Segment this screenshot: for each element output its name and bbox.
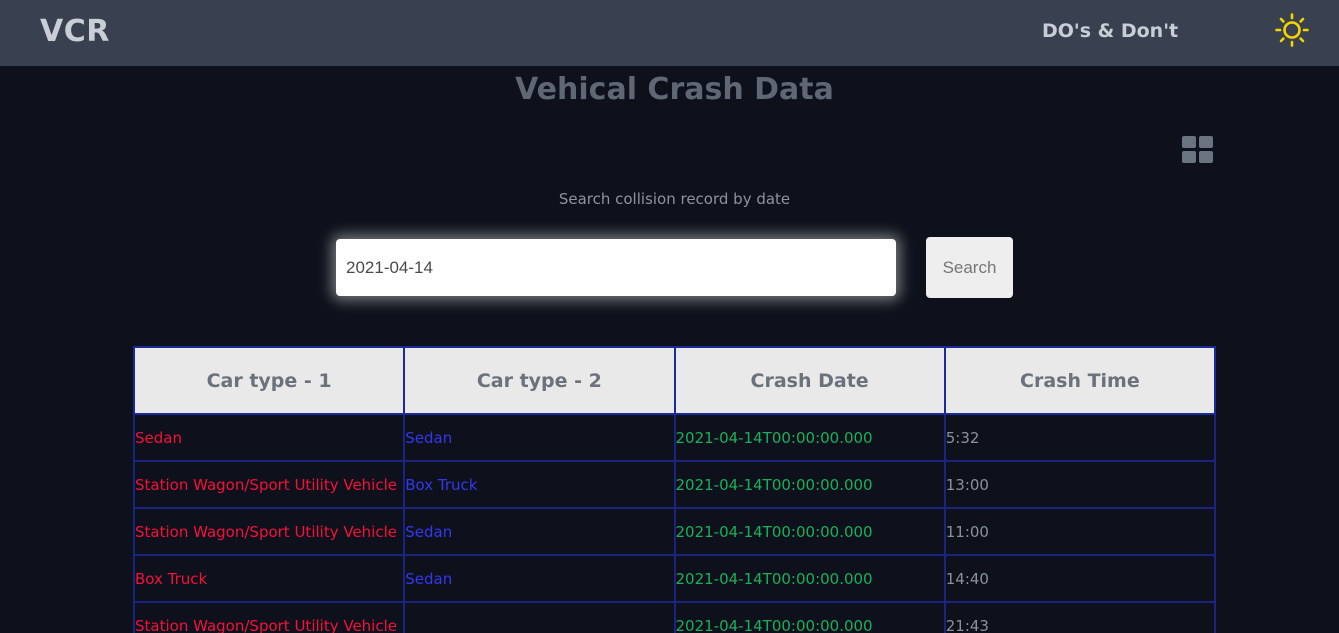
column-header-crash-time: Crash Time [943,346,1217,415]
top-navbar: VCR DO's & Don't [0,0,1339,66]
column-header-car-type-2: Car type - 2 [403,346,676,415]
car-type-1-cell: Box Truck [132,554,406,603]
crash-time-cell: 14:40 [943,554,1217,603]
table-row: Station Wagon/Sport Utility Vehicle Box … [132,460,1217,509]
crash-date-cell: 2021-04-14T00:00:00.000 [673,507,946,556]
crash-date-cell: 2021-04-14T00:00:00.000 [673,601,946,633]
page-title: Vehical Crash Data [515,72,834,107]
car-type-1-cell: Station Wagon/Sport Utility Vehicle [132,601,406,633]
car-type-1-cell: Station Wagon/Sport Utility Vehicle [132,460,406,509]
car-type-2-cell: Box Truck [403,460,676,509]
car-type-2-cell: Sedan [403,413,676,462]
column-header-crash-date: Crash Date [673,346,946,415]
crash-date-cell: 2021-04-14T00:00:00.000 [673,554,946,603]
car-type-1-cell: Station Wagon/Sport Utility Vehicle [132,507,406,556]
crash-time-cell: 21:43 [943,601,1217,633]
crash-date-cell: 2021-04-14T00:00:00.000 [673,413,946,462]
crash-time-cell: 5:32 [943,413,1217,462]
table-row: Box Truck Sedan 2021-04-14T00:00:00.000 … [132,554,1217,603]
brand-logo[interactable]: VCR [40,14,110,49]
table-row: Station Wagon/Sport Utility Vehicle Seda… [132,507,1217,556]
table-row: Sedan Sedan 2021-04-14T00:00:00.000 5:32 [132,413,1217,462]
search-label: Search collision record by date [558,190,791,208]
date-search-input[interactable] [336,239,896,296]
crash-data-table: Car type - 1 Car type - 2 Crash Date Cra… [132,346,1217,633]
crash-time-cell: 11:00 [943,507,1217,556]
table-header-row: Car type - 1 Car type - 2 Crash Date Cra… [132,346,1217,415]
grid-view-icon[interactable] [1182,136,1213,164]
crash-date-cell: 2021-04-14T00:00:00.000 [673,460,946,509]
crash-time-cell: 13:00 [943,460,1217,509]
column-header-car-type-1: Car type - 1 [132,346,406,415]
dos-and-donts-link[interactable]: DO's & Don't [1042,20,1178,42]
sun-icon[interactable] [1275,13,1309,47]
table-row: Station Wagon/Sport Utility Vehicle 2021… [132,601,1217,633]
car-type-1-cell: Sedan [132,413,406,462]
search-button[interactable]: Search [926,237,1013,298]
car-type-2-cell [403,601,676,633]
car-type-2-cell: Sedan [403,554,676,603]
car-type-2-cell: Sedan [403,507,676,556]
